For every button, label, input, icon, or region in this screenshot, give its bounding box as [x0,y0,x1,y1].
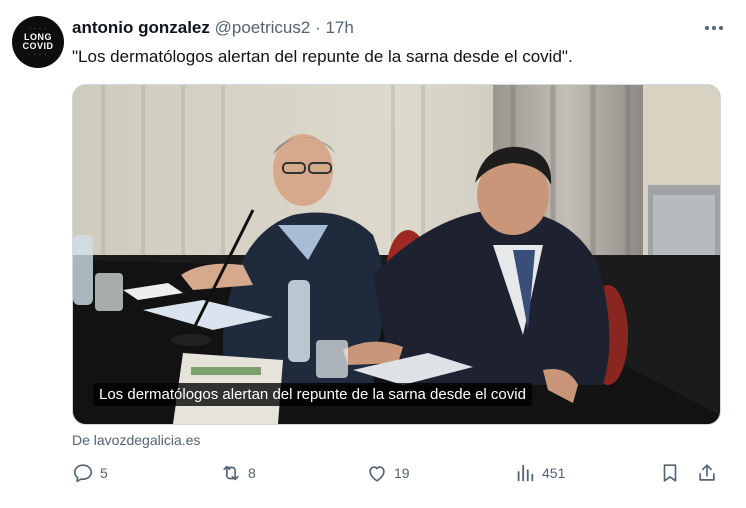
heart-icon [369,466,385,482]
views-icon [517,464,534,482]
action-bar: 5 8 19 451 [72,462,722,492]
share-button[interactable] [696,462,718,484]
news-photo [73,85,720,424]
views-button[interactable]: 451 [514,462,565,484]
like-button[interactable]: 19 [366,462,410,484]
like-count: 19 [394,465,410,481]
retweet-button[interactable]: 8 [220,462,256,484]
bookmark-button[interactable] [659,462,681,484]
reply-button[interactable]: 5 [72,462,108,484]
link-source[interactable]: De lavozdegalicia.es [72,432,200,448]
bookmark-icon [663,464,677,482]
media-caption: Los dermatólogos alertan del repunte de … [93,383,532,406]
tweet-header: antonio gonzalez @poetricus2 · 17h [72,18,354,38]
reply-icon [73,464,93,483]
reply-count: 5 [100,465,108,481]
author-handle[interactable]: @poetricus2 [215,18,311,37]
more-dots-icon[interactable] [700,14,728,42]
retweet-count: 8 [248,465,256,481]
media-card[interactable]: Los dermatólogos alertan del repunte de … [72,84,721,425]
retweet-icon [223,465,239,481]
avatar-ring-text-bottom: · · · · [29,52,47,58]
timestamp[interactable]: 17h [325,18,353,37]
share-icon [699,464,715,481]
author-name[interactable]: antonio gonzalez [72,18,210,37]
avatar-line2: COVID [22,41,54,51]
views-count: 451 [542,465,566,481]
avatar[interactable]: · · · · LONG COVID · · · · [12,16,64,68]
separator: · [315,18,321,37]
tweet-text: "Los dermatólogos alertan del repunte de… [72,47,573,66]
